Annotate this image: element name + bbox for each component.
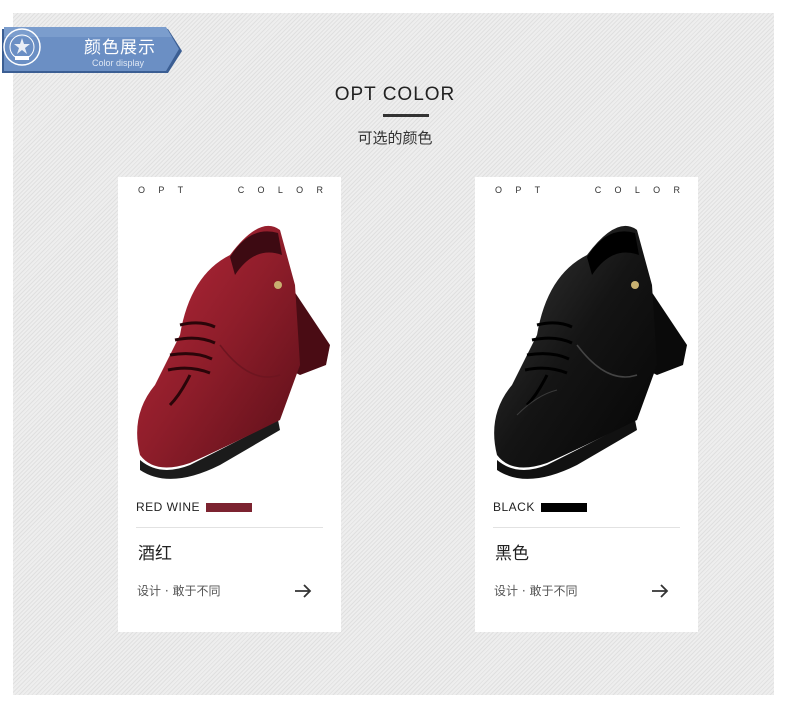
- header-letter: T: [534, 185, 541, 195]
- header-letter: R: [673, 185, 680, 195]
- header-letter: R: [316, 185, 323, 195]
- banner-subtitle: Color display: [92, 58, 145, 68]
- color-swatch: [540, 502, 587, 512]
- card-header-letters: O P T C O L O R: [475, 185, 698, 197]
- color-name: 黑色: [495, 544, 529, 564]
- section-subtitle: 可选的颜色: [357, 129, 433, 147]
- header-letter: T: [177, 185, 184, 195]
- color-swatch: [206, 502, 252, 512]
- header-letter: L: [277, 185, 283, 195]
- arrow-right-icon[interactable]: [650, 582, 670, 600]
- section-title: OPT COLOR: [334, 84, 456, 105]
- header-letter: O: [257, 185, 265, 195]
- header-letter: O: [138, 185, 146, 195]
- header-letter: O: [653, 185, 661, 195]
- color-code: RED WINE: [136, 500, 200, 514]
- card-divider: [136, 527, 323, 528]
- header-letter: O: [495, 185, 503, 195]
- card-slogan: 设计 · 敢于不同: [494, 584, 578, 598]
- color-card-red-wine[interactable]: O P T C O L O R RED WINE 酒红 设计 · 敢于不同: [118, 177, 341, 632]
- card-header-letters: O P T C O L O R: [118, 185, 341, 197]
- header-letter: C: [237, 185, 245, 195]
- color-name: 酒红: [138, 544, 172, 564]
- card-slogan: 设计 · 敢于不同: [137, 584, 221, 598]
- banner-title: 颜色展示: [84, 38, 156, 58]
- header-letter: O: [296, 185, 304, 195]
- brand-seal-logo: [3, 28, 41, 66]
- header-letter: C: [594, 185, 602, 195]
- header-letter: P: [158, 185, 165, 195]
- arrow-right-icon[interactable]: [293, 582, 313, 600]
- color-code-row: RED WINE: [136, 500, 252, 514]
- color-code-row: BLACK: [493, 500, 587, 514]
- header-letter: P: [515, 185, 522, 195]
- header-letter: O: [614, 185, 622, 195]
- section-banner: 颜色展示 Color display: [2, 27, 182, 75]
- color-code: BLACK: [493, 500, 535, 514]
- title-underline: [383, 114, 429, 117]
- color-card-black[interactable]: O P T C O L O R BLACK 黑色 设计 · 敢于不同: [475, 177, 698, 632]
- shoe-image-black: [494, 225, 687, 479]
- header-letter: L: [634, 185, 640, 195]
- card-divider: [493, 527, 680, 528]
- shoe-image-red-wine: [137, 225, 330, 479]
